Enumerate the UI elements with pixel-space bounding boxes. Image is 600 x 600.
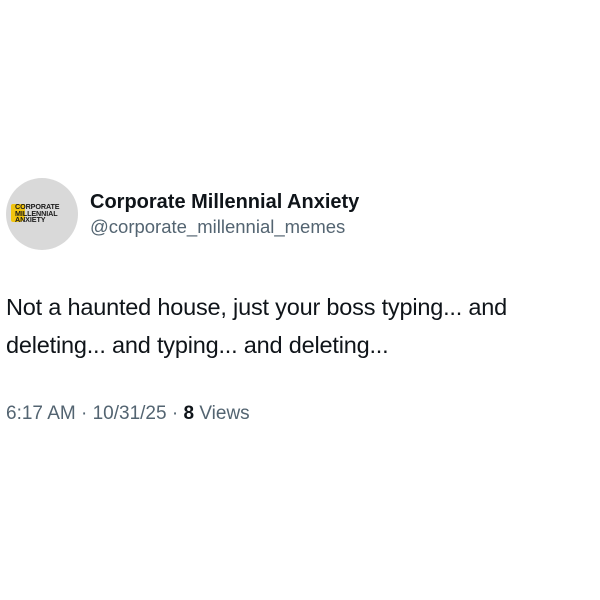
views-label: Views [194,403,250,424]
tweet-meta: 6:17 AM · 10/31/25 · 8 Views [6,400,250,428]
tweet-header: CORPORATE MILLENNIAL ANXIETY Corporate M… [6,178,359,250]
author-names: Corporate Millennial Anxiety @corporate_… [90,189,359,239]
avatar-logo-text: CORPORATE MILLENNIAL ANXIETY [15,203,77,225]
avatar[interactable]: CORPORATE MILLENNIAL ANXIETY [6,178,78,250]
avatar-logo-line: ANXIETY [15,215,46,225]
tweet-text: Not a haunted house, just your boss typi… [6,294,508,358]
tweet-card: CORPORATE MILLENNIAL ANXIETY Corporate M… [0,0,600,600]
author-display-name[interactable]: Corporate Millennial Anxiety [90,189,359,215]
post-time[interactable]: 6:17 AM [6,403,76,424]
meta-separator: · [166,403,184,424]
author-handle[interactable]: @corporate_millennial_memes [90,215,359,239]
meta-separator: · [75,403,93,424]
views-count: 8 [183,403,195,424]
post-date[interactable]: 10/31/25 [93,403,167,424]
